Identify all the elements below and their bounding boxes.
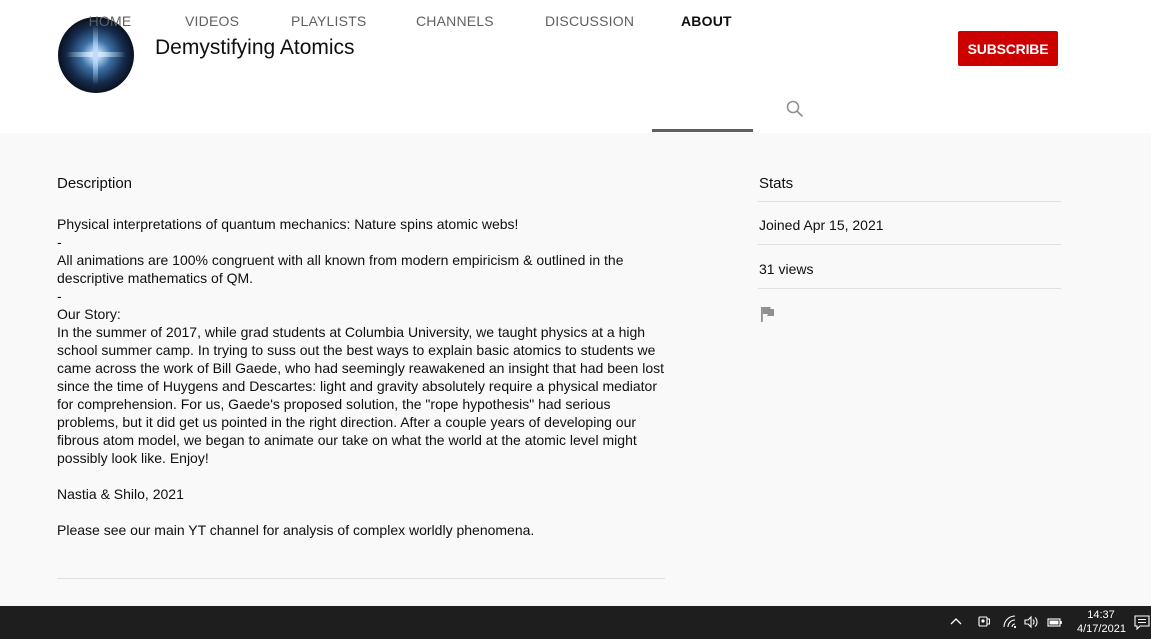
- search-icon[interactable]: [782, 96, 808, 122]
- description-line: Physical interpretations of quantum mech…: [57, 216, 519, 232]
- description-line: In the summer of 2017, while grad studen…: [57, 324, 665, 466]
- subscribe-button[interactable]: SUBSCRIBE: [958, 31, 1058, 66]
- clock-time: 14:37: [1087, 609, 1115, 621]
- chevron-up-icon[interactable]: [947, 614, 965, 630]
- meet-now-icon[interactable]: [975, 614, 993, 630]
- taskbar: 14:37 4/17/2021: [0, 606, 1151, 639]
- active-tab-indicator: [652, 129, 753, 132]
- joined-date: Joined Apr 15, 2021: [759, 217, 884, 233]
- stats-divider: [758, 244, 1061, 245]
- battery-icon[interactable]: [1046, 614, 1064, 630]
- tab-videos[interactable]: VIDEOS: [185, 0, 239, 43]
- view-count: 31 views: [759, 261, 814, 277]
- description-separator: -: [57, 288, 62, 304]
- stats-heading: Stats: [759, 175, 794, 192]
- wifi-icon[interactable]: [1002, 614, 1020, 630]
- clock-date: 4/17/2021: [1077, 623, 1126, 635]
- system-clock[interactable]: 14:37 4/17/2021: [1077, 608, 1126, 636]
- description-line: Nastia & Shilo, 2021: [57, 486, 184, 502]
- channel-description: Physical interpretations of quantum mech…: [57, 215, 667, 539]
- notification-icon[interactable]: [1134, 615, 1150, 631]
- description-line: All animations are 100% congruent with a…: [57, 252, 624, 286]
- stats-divider: [758, 288, 1061, 289]
- channel-header: Demystifying Atomics SUBSCRIBE HOME VIDE…: [0, 0, 1151, 133]
- section-divider: [57, 578, 665, 579]
- description-heading: Description: [57, 175, 133, 192]
- tab-channels[interactable]: CHANNELS: [416, 0, 494, 43]
- flag-icon[interactable]: [760, 305, 776, 323]
- stats-divider: [758, 201, 1061, 202]
- tab-discussion[interactable]: DISCUSSION: [545, 0, 634, 43]
- description-separator: -: [57, 234, 62, 250]
- about-content: Description Physical interpretations of …: [0, 133, 1151, 606]
- tab-playlists[interactable]: PLAYLISTS: [291, 0, 366, 43]
- description-line: Our Story:: [57, 306, 121, 322]
- tab-about[interactable]: ABOUT: [681, 0, 732, 43]
- tab-home[interactable]: HOME: [88, 0, 132, 43]
- description-line: Please see our main YT channel for analy…: [57, 522, 535, 538]
- volume-icon[interactable]: [1022, 614, 1040, 630]
